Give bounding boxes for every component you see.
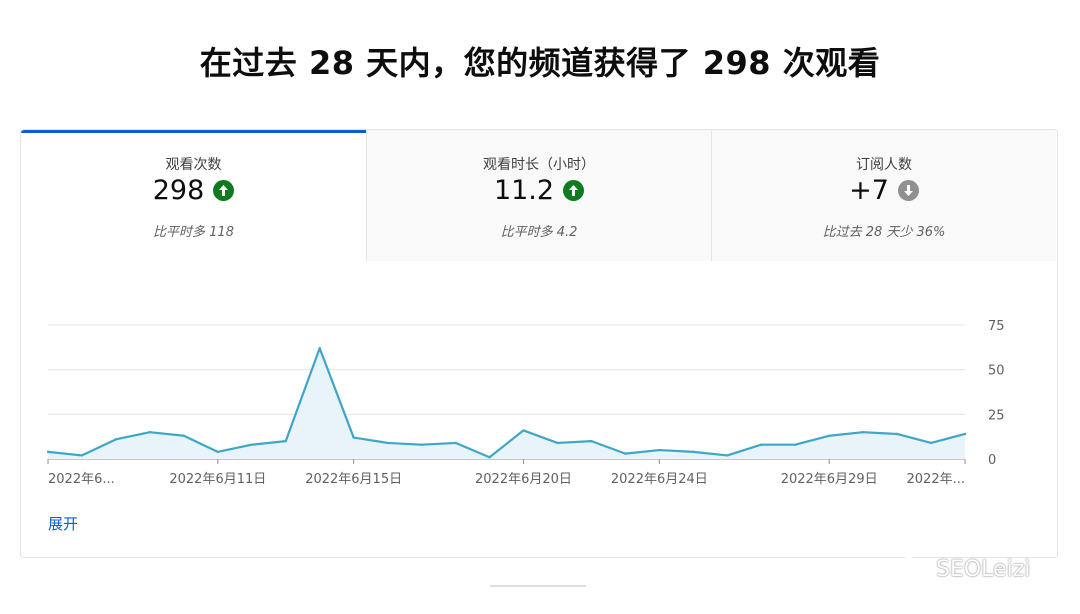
data-point xyxy=(386,441,389,445)
data-point xyxy=(216,450,220,454)
data-point xyxy=(352,436,355,439)
data-point xyxy=(726,454,729,457)
y-tick-label: 25 xyxy=(988,408,1005,423)
data-point xyxy=(963,432,967,436)
area-fill xyxy=(48,348,965,459)
data-point xyxy=(420,443,423,446)
data-point xyxy=(692,450,695,454)
watermark: SEOLeizi xyxy=(896,556,1030,582)
data-point xyxy=(80,454,84,457)
data-point xyxy=(114,438,118,441)
data-point xyxy=(827,434,831,437)
data-point xyxy=(148,431,152,434)
expand-link[interactable]: 展开 xyxy=(48,513,78,534)
data-point xyxy=(658,448,661,452)
x-tick-label: 2022年6月24日 xyxy=(611,472,708,487)
data-point xyxy=(760,443,763,446)
scroll-indicator xyxy=(490,585,586,587)
data-point xyxy=(488,456,491,459)
x-tick-label: 2022年6... xyxy=(48,472,115,487)
data-point xyxy=(929,441,933,445)
data-point xyxy=(590,439,593,443)
y-tick-label: 0 xyxy=(988,453,996,468)
data-point xyxy=(318,347,321,350)
data-point xyxy=(250,443,253,446)
data-point xyxy=(895,432,899,436)
data-point xyxy=(522,429,525,432)
x-tick-label: 2022年6月11日 xyxy=(169,472,266,487)
x-tick-label: 2022年... xyxy=(907,472,965,487)
y-tick-label: 75 xyxy=(988,319,1005,334)
data-point xyxy=(182,434,186,437)
x-tick-label: 2022年6月29日 xyxy=(781,472,878,487)
y-tick-label: 50 xyxy=(988,364,1005,379)
data-point xyxy=(46,450,50,454)
watermark-text: SEOLeizi xyxy=(936,556,1031,582)
wechat-icon xyxy=(897,557,928,580)
data-point xyxy=(454,441,457,445)
x-tick-label: 2022年6月20日 xyxy=(475,472,572,487)
data-point xyxy=(861,431,865,434)
data-point xyxy=(556,441,559,445)
data-point xyxy=(284,439,287,443)
x-tick-label: 2022年6月15日 xyxy=(305,472,402,487)
data-point xyxy=(624,452,627,455)
data-point xyxy=(793,443,797,446)
views-chart: 0 25 50 75 2022年6... 2022年6月11日 2022年6月15日 2022… xyxy=(46,319,1005,487)
